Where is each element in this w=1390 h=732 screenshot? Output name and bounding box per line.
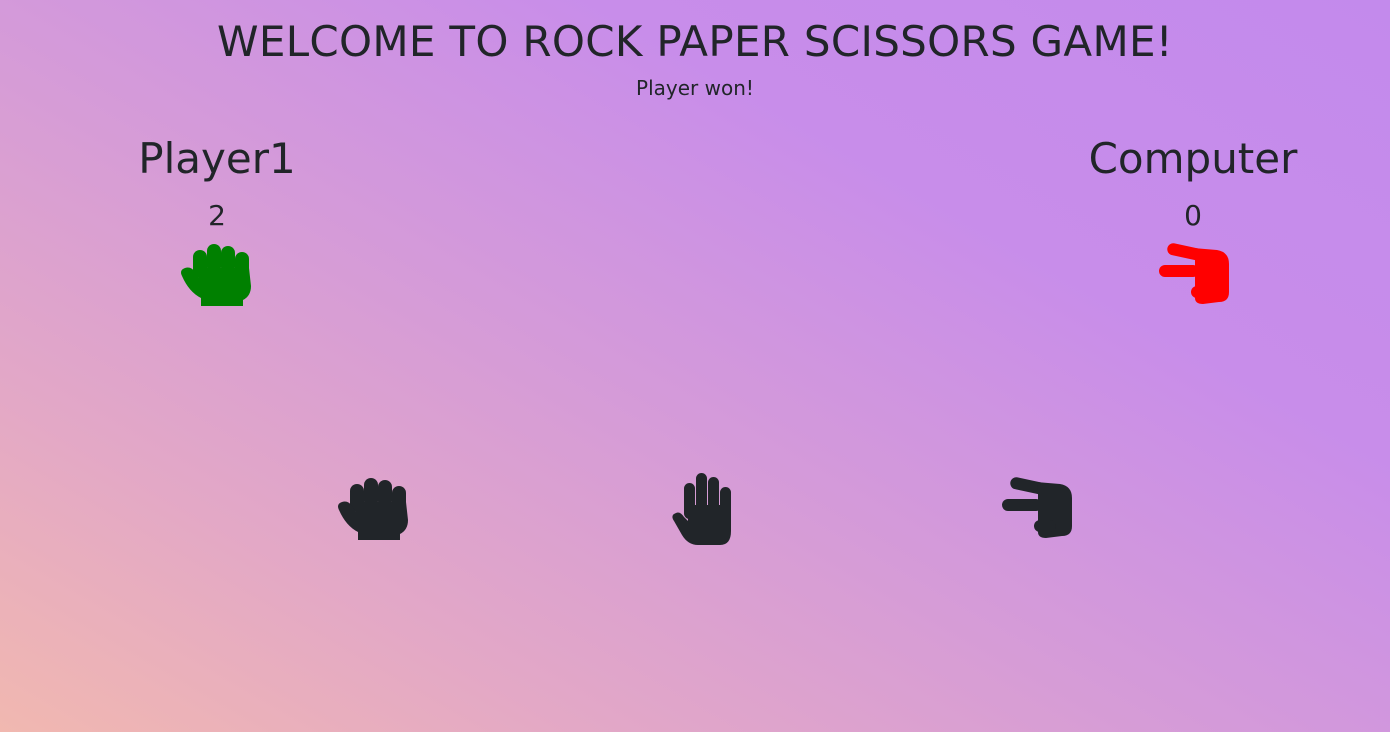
computer-panel: Computer 0 bbox=[1063, 132, 1323, 308]
rock-icon bbox=[338, 478, 408, 540]
result-message: Player won! bbox=[636, 76, 754, 100]
rock-button[interactable] bbox=[329, 464, 419, 554]
paper-icon bbox=[672, 473, 731, 545]
player-name: Player1 bbox=[138, 134, 296, 183]
computer-score: 0 bbox=[1184, 199, 1202, 232]
paper-button[interactable] bbox=[660, 464, 750, 554]
computer-name: Computer bbox=[1088, 134, 1298, 183]
player-panel: Player1 2 bbox=[87, 132, 347, 308]
scissors-icon bbox=[1002, 477, 1072, 538]
scissors-icon bbox=[1159, 243, 1229, 304]
scissors-button[interactable] bbox=[991, 464, 1081, 554]
player-score: 2 bbox=[208, 199, 226, 232]
rock-icon bbox=[181, 244, 251, 306]
page-title: WELCOME TO ROCK PAPER SCISSORS GAME! bbox=[217, 17, 1173, 66]
